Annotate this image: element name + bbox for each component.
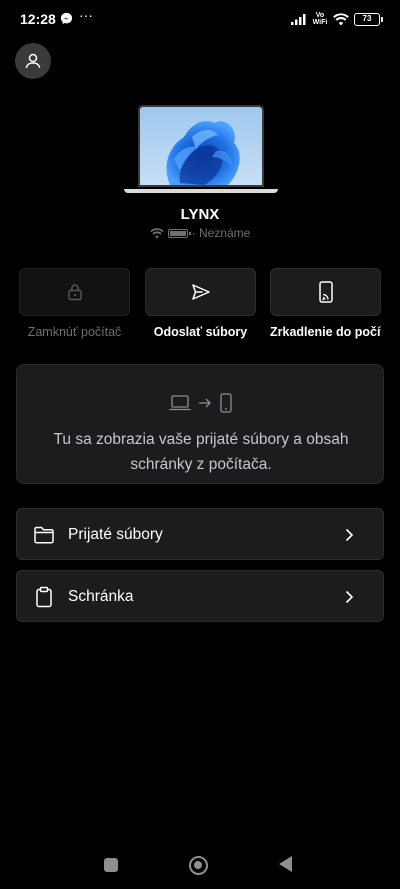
laptop-illustration — [124, 105, 278, 195]
received-files-row[interactable]: Prijaté súbory — [16, 508, 384, 560]
device-wifi-icon — [150, 227, 164, 239]
device-status-text: · Neznáme — [191, 226, 251, 240]
send-files-label: Odoslať súbory — [153, 325, 248, 339]
lock-computer-button[interactable] — [19, 268, 130, 316]
device-status: · Neznáme — [0, 226, 400, 240]
arrow-right-icon — [199, 398, 211, 408]
received-files-label: Prijaté súbory — [68, 526, 163, 543]
clipboard-row[interactable]: Schránka — [16, 570, 384, 622]
back-button[interactable] — [279, 856, 292, 872]
cast-phone-icon — [318, 281, 333, 303]
device-battery-icon — [167, 228, 191, 238]
more-notifications-icon: ··· — [79, 7, 93, 23]
messenger-icon — [60, 12, 73, 25]
mirror-label-text: Zrkadlenie do počítača — [270, 325, 381, 339]
mirror-to-pc-button[interactable] — [270, 268, 381, 316]
clipboard-label: Schránka — [68, 588, 134, 605]
status-bar: 12:28 ··· Vo WiFi 73 — [0, 0, 400, 38]
vowifi-indicator: Vo WiFi — [312, 12, 328, 26]
received-content-info-card: Tu sa zobrazia vaše prijaté súbory a obs… — [16, 364, 384, 484]
lock-icon — [67, 284, 82, 301]
laptop-screen — [138, 105, 264, 187]
battery-icon: 73 — [354, 12, 383, 26]
send-icon — [191, 284, 210, 300]
device-name: LYNX — [180, 206, 220, 223]
chevron-right-icon — [345, 528, 354, 542]
laptop-icon — [169, 395, 191, 411]
recents-button[interactable] — [104, 858, 118, 872]
windows-bloom-wallpaper — [140, 107, 262, 185]
lock-computer-label: Zamknúť počítač — [27, 325, 122, 339]
send-files-button[interactable] — [145, 268, 256, 316]
phone-icon — [220, 393, 232, 413]
folder-icon — [34, 526, 54, 544]
wifi-icon — [333, 12, 349, 25]
clipboard-icon — [36, 586, 52, 608]
person-icon — [25, 53, 41, 69]
info-text: Tu sa zobrazia vaše prijaté súbory a obs… — [53, 431, 349, 473]
status-time: 12:28 — [20, 11, 56, 27]
signal-icon — [291, 14, 306, 25]
mirror-label: Zrkadlenie do počítača — [270, 325, 381, 339]
home-button[interactable] — [189, 856, 208, 875]
account-avatar-button[interactable] — [15, 43, 51, 79]
laptop-base — [124, 189, 278, 193]
chevron-right-icon — [345, 590, 354, 604]
transfer-illustration — [17, 393, 385, 413]
